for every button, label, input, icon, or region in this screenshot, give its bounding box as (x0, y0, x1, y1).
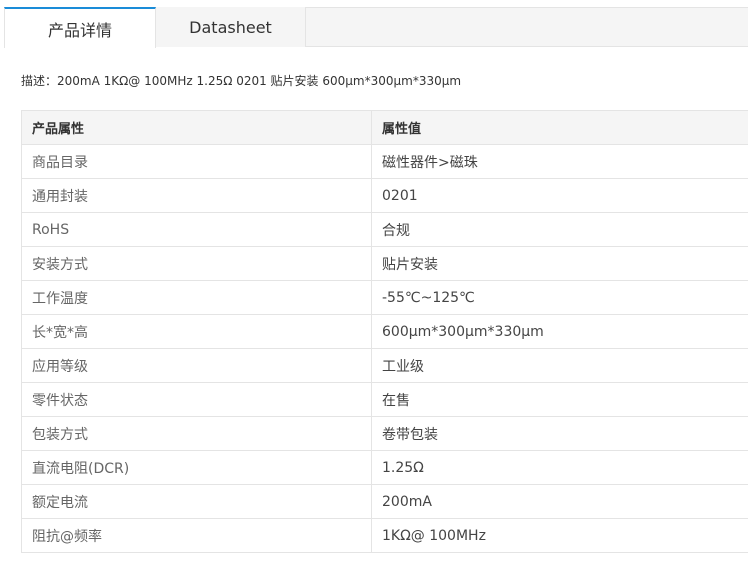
table-row: 包装方式 卷带包装 (21, 416, 748, 451)
attribute-name: 额定电流 (21, 484, 372, 519)
attribute-name: 零件状态 (21, 382, 372, 417)
attribute-name: 包装方式 (21, 416, 372, 451)
attribute-name: 长*宽*高 (21, 314, 372, 349)
table-row: 长*宽*高 600μm*300μm*330μm (21, 314, 748, 349)
attribute-name: RoHS (21, 212, 372, 247)
tab-product-details[interactable]: 产品详情 (4, 7, 156, 48)
header-value: 属性值 (371, 110, 748, 145)
tab-datasheet[interactable]: Datasheet (156, 7, 306, 47)
table-row: 直流电阻(DCR) 1.25Ω (21, 450, 748, 485)
attribute-name: 通用封装 (21, 178, 372, 213)
attribute-value: 工业级 (371, 348, 748, 383)
product-detail-page: 产品详情 Datasheet 描述：200mA 1KΩ@ 100MHz 1.25… (0, 0, 748, 570)
table-row: 安装方式 贴片安装 (21, 246, 748, 281)
table-row: 额定电流 200mA (21, 484, 748, 519)
attribute-value: 1.25Ω (371, 450, 748, 485)
table-row: 商品目录 磁性器件>磁珠 (21, 144, 748, 179)
tab-bar: 产品详情 Datasheet (4, 7, 748, 48)
attribute-value: 在售 (371, 382, 748, 417)
attribute-value: -55℃~125℃ (371, 280, 748, 315)
table-row: RoHS 合规 (21, 212, 748, 247)
table-row: 工作温度 -55℃~125℃ (21, 280, 748, 315)
attribute-value: 合规 (371, 212, 748, 247)
attribute-value: 0201 (371, 178, 748, 213)
product-description: 描述：200mA 1KΩ@ 100MHz 1.25Ω 0201 贴片安装 600… (21, 74, 462, 88)
table-row: 阻抗@频率 1KΩ@ 100MHz (21, 518, 748, 553)
attribute-name: 直流电阻(DCR) (21, 450, 372, 485)
attribute-value: 200mA (371, 484, 748, 519)
table-row: 应用等级 工业级 (21, 348, 748, 383)
attribute-name: 工作温度 (21, 280, 372, 315)
table-row: 通用封装 0201 (21, 178, 748, 213)
table-row: 零件状态 在售 (21, 382, 748, 417)
attribute-name: 应用等级 (21, 348, 372, 383)
table-header-row: 产品属性 属性值 (21, 110, 748, 145)
attribute-value: 卷带包装 (371, 416, 748, 451)
attribute-name: 商品目录 (21, 144, 372, 179)
attribute-value: 600μm*300μm*330μm (371, 314, 748, 349)
attribute-name: 阻抗@频率 (21, 518, 372, 553)
attribute-value: 贴片安装 (371, 246, 748, 281)
attribute-value: 1KΩ@ 100MHz (371, 518, 748, 553)
attribute-name: 安装方式 (21, 246, 372, 281)
attribute-value: 磁性器件>磁珠 (371, 144, 748, 179)
spec-table: 产品属性 属性值 商品目录 磁性器件>磁珠 通用封装 0201 RoHS 合规 … (21, 110, 748, 553)
header-attribute: 产品属性 (21, 110, 372, 145)
